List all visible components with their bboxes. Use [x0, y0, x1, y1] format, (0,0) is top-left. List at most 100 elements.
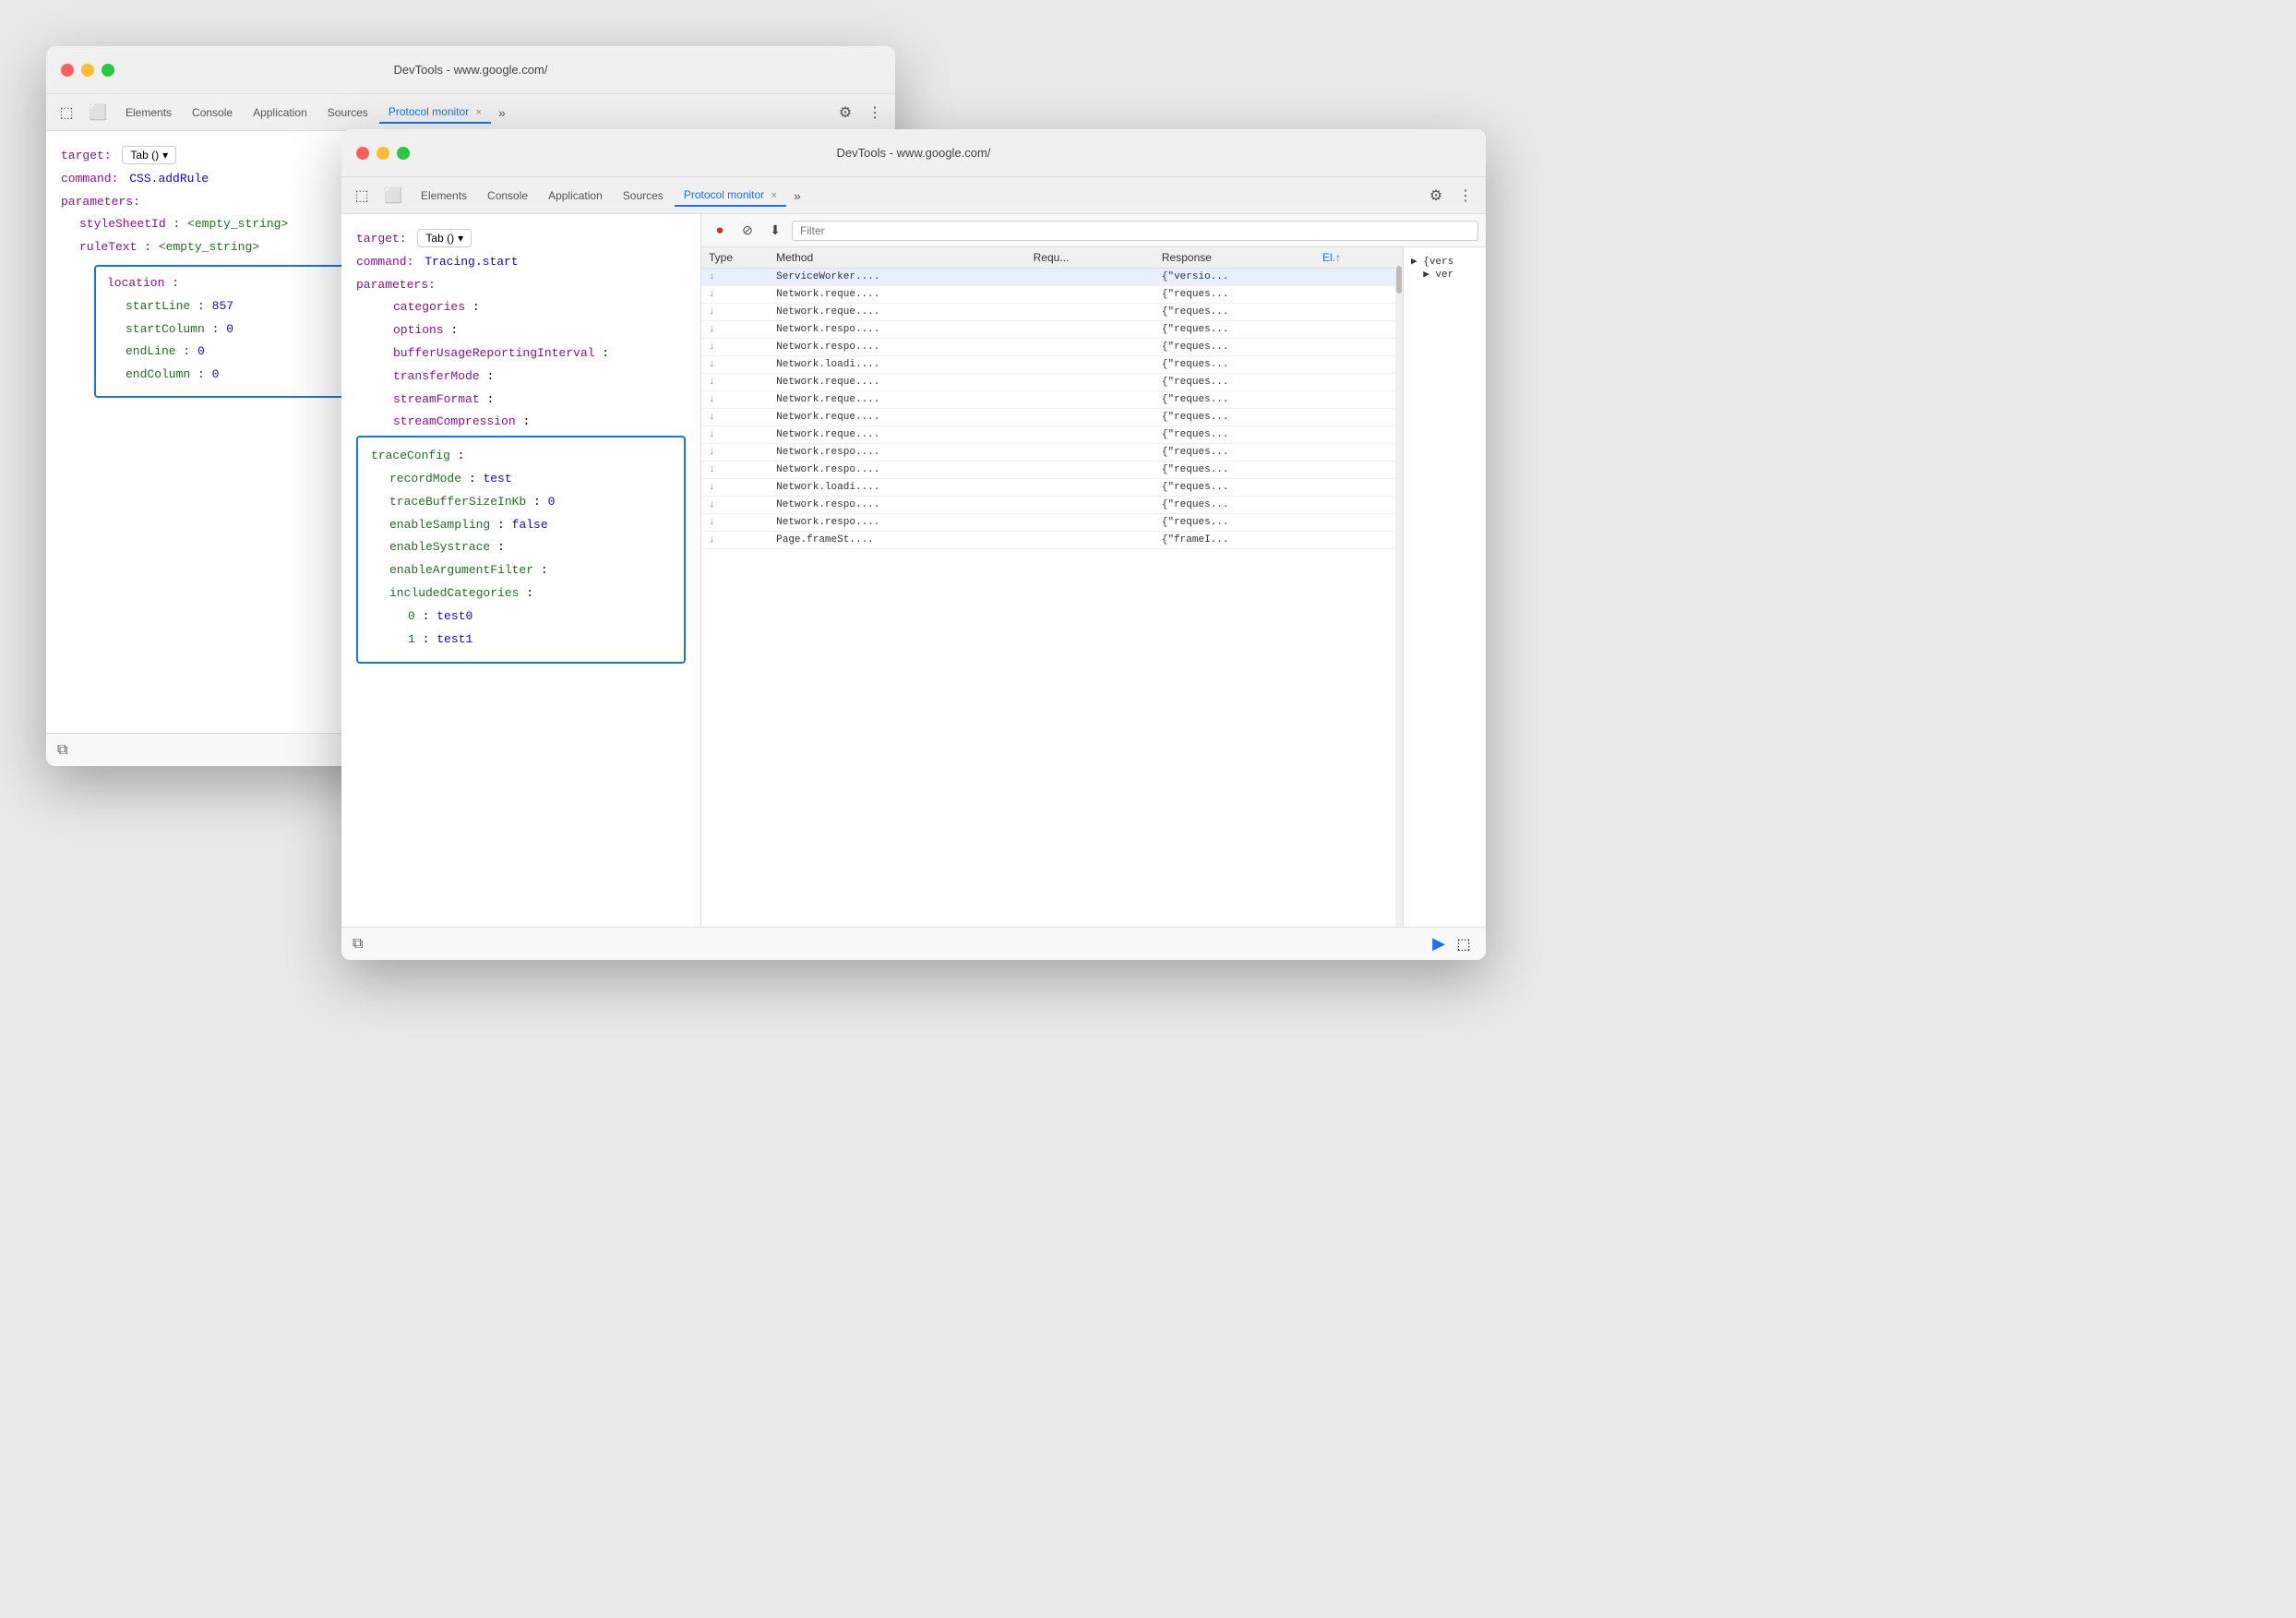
- cell-el: [1315, 409, 1395, 426]
- trace-config-box: traceConfig : recordMode : test traceBuf…: [356, 436, 686, 664]
- cell-request: [1026, 391, 1154, 409]
- filter-input[interactable]: [792, 221, 1478, 241]
- gear-icon-front[interactable]: ⚙: [1423, 183, 1449, 209]
- panel-toggle-icon[interactable]: ⬚: [1453, 933, 1475, 955]
- more-icon-back[interactable]: ⋮: [862, 100, 888, 126]
- table-row[interactable]: ↓Network.reque....{"reques...: [701, 426, 1395, 444]
- cell-request: [1026, 374, 1154, 391]
- send-button[interactable]: ▶: [1432, 934, 1445, 953]
- tab-close-front[interactable]: ×: [771, 190, 777, 201]
- more-icon-front[interactable]: ⋮: [1453, 183, 1478, 209]
- cell-request: [1026, 444, 1154, 461]
- dock-icon-front[interactable]: ⧉: [353, 936, 363, 953]
- table-row[interactable]: ↓Network.reque....{"reques...: [701, 286, 1395, 304]
- tab-more-front[interactable]: »: [788, 185, 807, 207]
- tab-protocol-front[interactable]: Protocol monitor ×: [675, 185, 786, 207]
- cell-request: [1026, 409, 1154, 426]
- cell-method: Network.respo....: [769, 321, 1026, 339]
- table-header-row: Type Method Requ... Response El.↑: [701, 247, 1395, 269]
- titlebar-back: DevTools - www.google.com/: [46, 46, 895, 94]
- table-row[interactable]: ↓Network.respo....{"reques...: [701, 497, 1395, 514]
- block-icon[interactable]: ⊘: [736, 220, 759, 242]
- gear-icon-back[interactable]: ⚙: [832, 100, 858, 126]
- window-title-front: DevTools - www.google.com/: [837, 146, 991, 160]
- table-row[interactable]: ↓Network.reque....{"reques...: [701, 304, 1395, 321]
- cell-el: [1315, 304, 1395, 321]
- table-row[interactable]: ↓Network.respo....{"reques...: [701, 339, 1395, 356]
- table-scrollbar[interactable]: [1395, 247, 1403, 927]
- cell-request: [1026, 426, 1154, 444]
- cell-response: {"reques...: [1154, 497, 1315, 514]
- tab-elements-back[interactable]: Elements: [116, 102, 181, 123]
- cursor-icon-back[interactable]: ⬚: [54, 100, 79, 126]
- target-dropdown-front[interactable]: Tab () ▾: [417, 229, 472, 247]
- cell-el: [1315, 426, 1395, 444]
- monitor-toolbar: ⏺ ⊘ ⬇: [701, 214, 1486, 247]
- cell-el: [1315, 532, 1395, 549]
- cell-response: {"reques...: [1154, 391, 1315, 409]
- tab-sources-back[interactable]: Sources: [318, 102, 377, 123]
- right-panel-front: ⏺ ⊘ ⬇ Type Method Requ... Response: [701, 214, 1486, 927]
- tab-elements-front[interactable]: Elements: [412, 186, 476, 206]
- table-row[interactable]: ↓Network.reque....{"reques...: [701, 409, 1395, 426]
- cell-method: Network.respo....: [769, 497, 1026, 514]
- table-row[interactable]: ↓Network.loadi....{"reques...: [701, 356, 1395, 374]
- tab-console-front[interactable]: Console: [478, 186, 537, 206]
- command-line-back: command: CSS.addRule: [61, 170, 372, 189]
- target-line: target: Tab () ▾: [61, 146, 372, 166]
- maximize-button-front[interactable]: [397, 147, 410, 160]
- record-stop-icon[interactable]: ⏺: [709, 220, 731, 242]
- table-row[interactable]: ↓Network.reque....{"reques...: [701, 391, 1395, 409]
- cell-el: [1315, 269, 1395, 286]
- tab-console-back[interactable]: Console: [183, 102, 242, 123]
- cell-method: Network.reque....: [769, 409, 1026, 426]
- protocol-table: Type Method Requ... Response El.↑ ↓Servi…: [701, 247, 1395, 549]
- cell-response: {"reques...: [1154, 374, 1315, 391]
- minimize-button-front[interactable]: [377, 147, 389, 160]
- close-button-front[interactable]: [356, 147, 369, 160]
- cursor-icon-front[interactable]: ⬚: [349, 183, 375, 209]
- table-row[interactable]: ↓Network.respo....{"reques...: [701, 444, 1395, 461]
- inspect-icon-front[interactable]: ⬜: [380, 183, 406, 209]
- tab-more-back[interactable]: »: [493, 102, 511, 124]
- cell-type: ↓: [701, 409, 769, 426]
- col-header-el: El.↑: [1315, 247, 1395, 269]
- tab-application-front[interactable]: Application: [539, 186, 612, 206]
- table-row[interactable]: ↓Network.respo....{"reques...: [701, 321, 1395, 339]
- cell-request: [1026, 479, 1154, 497]
- table-row[interactable]: ↓Network.reque....{"reques...: [701, 374, 1395, 391]
- cell-request: [1026, 514, 1154, 532]
- cell-method: Network.respo....: [769, 339, 1026, 356]
- col-header-request: Requ...: [1026, 247, 1154, 269]
- titlebar-front: DevTools - www.google.com/: [341, 129, 1486, 177]
- table-row[interactable]: ↓ServiceWorker....{"versio...: [701, 269, 1395, 286]
- cell-request: [1026, 321, 1154, 339]
- close-button-back[interactable]: [61, 64, 74, 77]
- tab-close-back[interactable]: ×: [476, 107, 482, 118]
- download-icon[interactable]: ⬇: [764, 220, 786, 242]
- table-row[interactable]: ↓Page.frameSt....{"frameI...: [701, 532, 1395, 549]
- left-panel-back: target: Tab () ▾ command: CSS.addRule pa…: [46, 131, 388, 733]
- tab-application-back[interactable]: Application: [244, 102, 317, 123]
- minimize-button-back[interactable]: [81, 64, 94, 77]
- cell-type: ↓: [701, 304, 769, 321]
- traffic-lights-back: [61, 64, 114, 77]
- inspect-icon-back[interactable]: ⬜: [85, 100, 111, 126]
- table-row[interactable]: ↓Network.respo....{"reques...: [701, 461, 1395, 479]
- cell-response: {"reques...: [1154, 286, 1315, 304]
- cell-el: [1315, 461, 1395, 479]
- tab-sources-front[interactable]: Sources: [614, 186, 673, 206]
- cell-request: [1026, 497, 1154, 514]
- cell-type: ↓: [701, 461, 769, 479]
- tab-protocol-back[interactable]: Protocol monitor ×: [379, 102, 491, 124]
- table-row[interactable]: ↓Network.respo....{"reques...: [701, 514, 1395, 532]
- table-container[interactable]: Type Method Requ... Response El.↑ ↓Servi…: [701, 247, 1395, 927]
- dock-icon-back[interactable]: ⧉: [57, 742, 67, 759]
- scrollbar-thumb[interactable]: [1396, 266, 1402, 294]
- target-dropdown-back[interactable]: Tab () ▾: [122, 146, 176, 164]
- table-row[interactable]: ↓Network.loadi....{"reques...: [701, 479, 1395, 497]
- maximize-button-back[interactable]: [102, 64, 114, 77]
- target-line-front: target: Tab () ▾: [356, 229, 686, 249]
- cell-response: {"reques...: [1154, 461, 1315, 479]
- cell-el: [1315, 286, 1395, 304]
